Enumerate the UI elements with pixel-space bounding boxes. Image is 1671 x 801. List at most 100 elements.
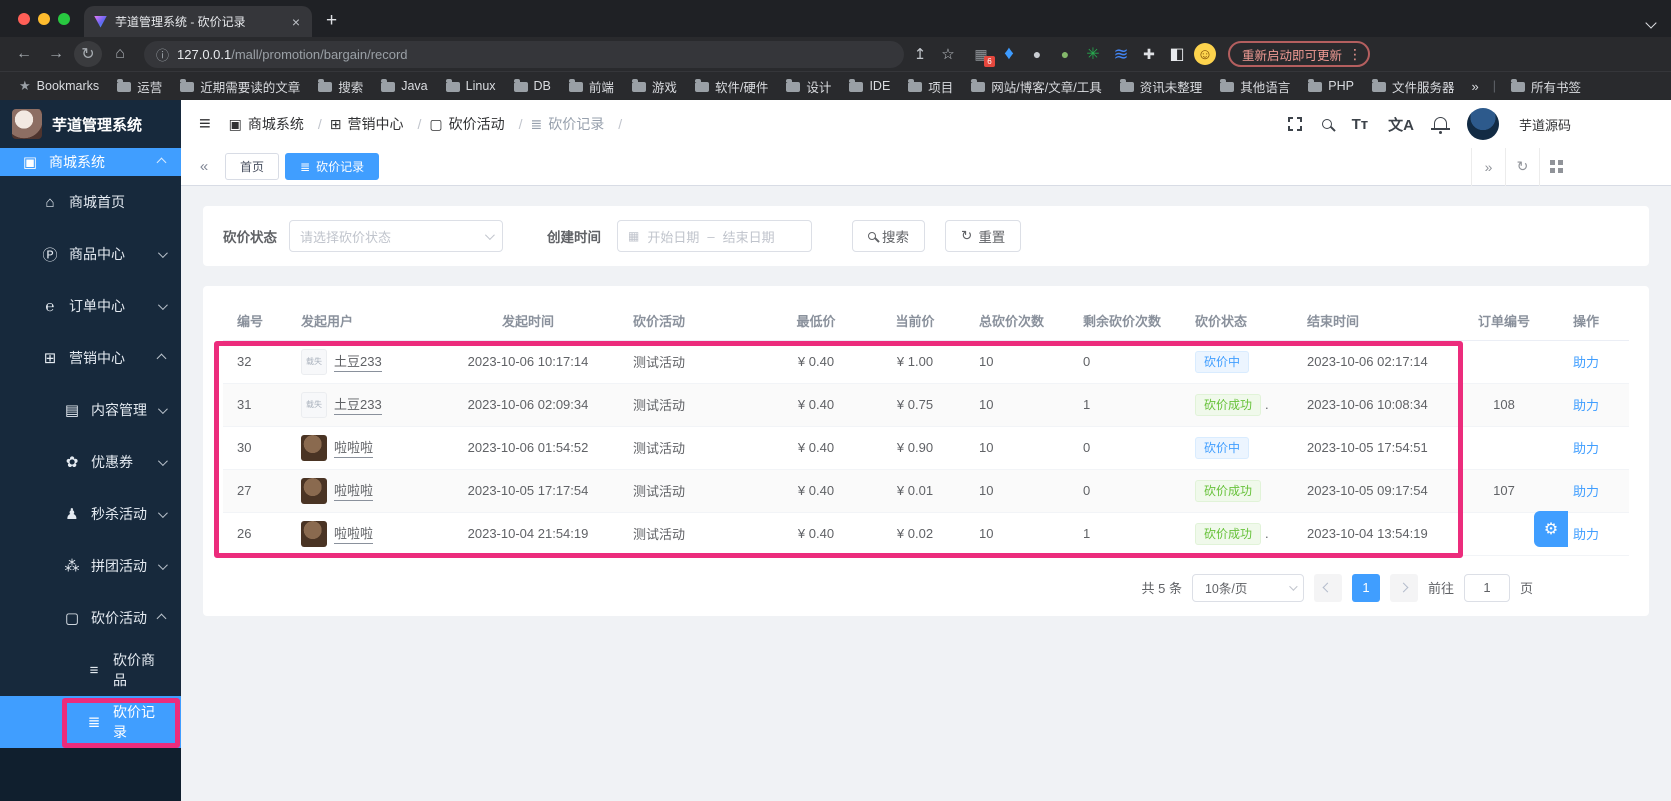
bookmark-folder-item[interactable]: 资讯未整理 <box>1113 77 1210 96</box>
prev-page-button[interactable] <box>1313 573 1342 602</box>
next-page-button[interactable] <box>1389 573 1418 602</box>
bookmarks-root-item[interactable]: ★ Bookmarks <box>12 78 106 94</box>
profile-avatar-icon[interactable]: ☺ <box>1194 43 1216 65</box>
user-nickname[interactable]: 啦啦啦 <box>334 480 374 501</box>
column-header[interactable]: 砍价活动 <box>619 302 767 341</box>
date-range-picker[interactable]: ▦ 开始日期 – 结束日期 <box>617 220 812 252</box>
bookmark-folder-item[interactable]: 网站/博客/文章/工具 <box>964 77 1108 96</box>
assist-link[interactable]: 助力 <box>1573 527 1599 542</box>
sidebar-item[interactable]: ⌂ 商城首页 <box>0 176 181 228</box>
column-header[interactable]: 总砍价次数 <box>965 302 1069 341</box>
column-header[interactable]: 剩余砍价次数 <box>1069 302 1181 341</box>
address-bar[interactable]: ⓘ 127.0.0.1/mall/promotion/bargain/recor… <box>144 40 904 68</box>
search-button[interactable]: 搜索 <box>852 220 925 252</box>
assist-link[interactable]: 助力 <box>1573 484 1599 499</box>
goto-page-input[interactable] <box>1463 573 1510 602</box>
search-icon[interactable] <box>1321 119 1332 129</box>
language-icon[interactable]: 文A <box>1388 114 1414 135</box>
app-logo[interactable]: 芋道管理系统 <box>0 100 181 148</box>
settings-gear-button[interactable]: ⚙ <box>1534 511 1568 547</box>
current-page-button[interactable]: 1 <box>1351 573 1380 602</box>
minimize-window-button[interactable] <box>38 12 50 25</box>
bookmarks-overflow-chevron[interactable]: » <box>1465 79 1484 94</box>
column-header[interactable]: 砍价状态 <box>1181 302 1293 341</box>
refresh-page-icon[interactable]: ↻ <box>1505 147 1539 186</box>
bookmark-folder-item[interactable]: Java <box>374 78 434 93</box>
sidebar-item[interactable]: ⁂ 拼团活动 <box>0 540 181 592</box>
sidebar-item[interactable]: ≡ 砍价商品 <box>0 644 181 696</box>
new-tab-button[interactable]: + <box>326 10 337 32</box>
tab-search-chevron-icon[interactable] <box>1645 17 1657 29</box>
bookmark-folder-item[interactable]: Linux <box>439 78 503 93</box>
column-header[interactable]: 结束时间 <box>1293 302 1449 341</box>
column-header[interactable]: 操作 <box>1559 302 1629 341</box>
side-panel-icon[interactable]: ◧ <box>1166 43 1188 65</box>
sidebar-item[interactable]: ≣ 砍价记录 <box>0 696 181 748</box>
share-icon[interactable]: ↥ <box>908 45 932 63</box>
sidebar-item[interactable]: ✿ 优惠券 <box>0 436 181 488</box>
breadcrumb-item[interactable]: ▣ 商城系统 / <box>229 114 322 134</box>
reset-button[interactable]: ↻ 重置 <box>945 220 1022 252</box>
notification-bell-icon[interactable] <box>1430 117 1450 134</box>
user-nickname[interactable]: 啦啦啦 <box>334 523 374 544</box>
assist-link[interactable]: 助力 <box>1573 398 1599 413</box>
update-browser-button[interactable]: 重新启动即可更新 ⋮ <box>1228 41 1371 67</box>
status-select[interactable]: 请选择砍价状态 <box>289 220 503 252</box>
page-tab[interactable]: 首页 <box>225 153 280 180</box>
browser-tab[interactable]: 芋道管理系统 - 砍价记录 × <box>84 6 312 37</box>
green-circle-extension-icon[interactable]: ● <box>1054 43 1076 65</box>
bookmark-folder-item[interactable]: 软件/硬件 <box>688 77 775 96</box>
close-tab-icon[interactable]: × <box>290 14 302 30</box>
sidebar-item[interactable]: ▤ 内容管理 <box>0 384 181 436</box>
maximize-window-button[interactable] <box>58 12 70 25</box>
reload-button[interactable]: ↻ <box>74 41 102 67</box>
breadcrumb-item[interactable]: ▢ 砍价活动 / <box>429 114 522 134</box>
user-nickname[interactable]: 土豆233 <box>334 351 382 372</box>
bookmark-folder-item[interactable]: 其他语言 <box>1213 77 1297 96</box>
back-button[interactable]: ← <box>10 41 38 67</box>
site-info-icon[interactable]: ⓘ <box>156 45 169 64</box>
column-header[interactable]: 编号 <box>223 302 287 341</box>
extensions-grid-icon[interactable]: ▦ 6 <box>970 43 995 67</box>
sidebar-item[interactable]: Ⓟ 商品中心 <box>0 228 181 280</box>
gray-circle-extension-icon[interactable]: ● <box>1026 43 1048 65</box>
sidebar-item[interactable]: ▢ 砍价活动 <box>0 592 181 644</box>
layout-grid-icon[interactable] <box>1539 147 1573 186</box>
puzzle-extension-icon[interactable]: ✚ <box>1138 43 1160 65</box>
column-header[interactable]: 最低价 <box>767 302 865 341</box>
column-header[interactable]: 订单编号 <box>1449 302 1559 341</box>
bookmark-folder-item[interactable]: IDE <box>842 78 897 93</box>
home-button[interactable]: ⌂ <box>106 41 134 67</box>
collapse-menu-icon[interactable]: ≡ <box>199 113 211 136</box>
bookmark-folder-item[interactable]: 游戏 <box>625 77 684 96</box>
blue-layers-extension-icon[interactable]: ≋ <box>1110 43 1132 65</box>
bookmark-folder-item[interactable]: 近期需要读的文章 <box>173 77 307 96</box>
bookmark-folder-item[interactable]: PHP <box>1301 78 1361 93</box>
assist-link[interactable]: 助力 <box>1573 441 1599 456</box>
bookmark-folder-item[interactable]: 搜索 <box>311 77 370 96</box>
user-nickname[interactable]: 啦啦啦 <box>334 437 374 458</box>
column-header[interactable]: 发起用户 <box>287 302 437 341</box>
bookmark-star-icon[interactable]: ☆ <box>936 45 960 63</box>
green-star-extension-icon[interactable]: ✳ <box>1082 43 1104 65</box>
bookmark-folder-item[interactable]: 前端 <box>562 77 621 96</box>
breadcrumb-item[interactable]: ≣ 砍价记录 / <box>531 114 623 134</box>
sidebar-item[interactable]: ♟ 秒杀活动 <box>0 488 181 540</box>
column-header[interactable]: 当前价 <box>865 302 965 341</box>
sidebar-item[interactable]: ⊞ 营销中心 <box>0 332 181 384</box>
bookmark-folder-item[interactable]: 设计 <box>779 77 838 96</box>
assist-link[interactable]: 助力 <box>1573 355 1599 370</box>
user-nickname[interactable]: 土豆233 <box>334 394 382 415</box>
sidebar-item[interactable]: ▣ 商城系统 <box>0 148 181 176</box>
kite-extension-icon[interactable]: ♦ <box>998 43 1020 65</box>
page-tab[interactable]: ≣ 砍价记录 <box>285 153 380 180</box>
bookmark-folder-item[interactable]: DB <box>507 78 558 93</box>
forward-button[interactable]: → <box>42 41 70 67</box>
bookmark-folder-item[interactable]: 运营 <box>110 77 169 96</box>
scroll-tabs-left-icon[interactable]: « <box>189 158 219 175</box>
sidebar-item[interactable]: ℮ 订单中心 <box>0 280 181 332</box>
user-avatar[interactable] <box>1466 108 1499 140</box>
fullscreen-icon[interactable] <box>1285 115 1304 133</box>
font-size-icon[interactable]: Tт <box>1352 116 1369 133</box>
page-size-select[interactable]: 10条/页 <box>1191 573 1304 602</box>
